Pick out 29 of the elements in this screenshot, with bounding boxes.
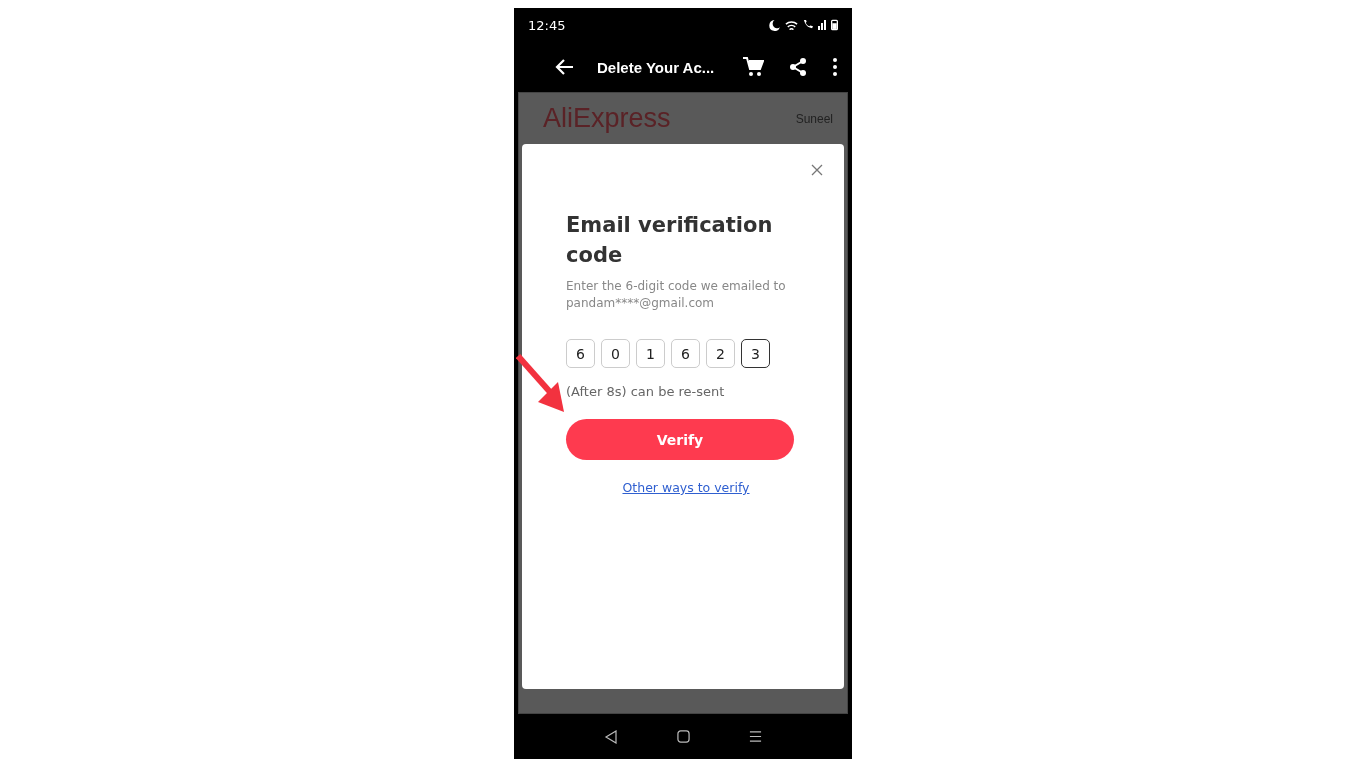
code-digit-field[interactable]: 0	[601, 339, 630, 368]
menu-nav-icon[interactable]	[749, 730, 763, 743]
user-name: Suneel	[795, 111, 833, 126]
resend-timer-text: (After 8s) can be re-sent	[566, 384, 725, 399]
close-icon[interactable]	[811, 164, 823, 176]
moon-icon	[769, 19, 780, 31]
code-digit-field[interactable]: 6	[671, 339, 700, 368]
dialog-subtitle: Enter the 6-digit code we emailed to pandam****@gmail.com	[566, 278, 787, 312]
code-digit-field[interactable]: 6	[566, 339, 595, 368]
store-logo: AliExpress	[543, 103, 671, 134]
share-icon[interactable]	[788, 57, 808, 77]
verify-button[interactable]: Verify	[566, 419, 794, 460]
phone-call-icon	[803, 20, 813, 30]
code-digit-field[interactable]: 2	[706, 339, 735, 368]
annotation-arrow-icon	[516, 354, 566, 414]
dialog-title: Email verification code	[566, 212, 774, 269]
code-digit-field[interactable]: 1	[636, 339, 665, 368]
code-digit-field[interactable]: 3	[741, 339, 770, 368]
page-title: Delete Your Ac...	[597, 58, 715, 76]
status-time: 12:45	[528, 17, 566, 33]
wifi-icon	[785, 20, 798, 30]
other-ways-link[interactable]: Other ways to verify	[622, 480, 750, 495]
back-arrow-icon[interactable]	[555, 57, 575, 77]
cart-icon[interactable]	[742, 56, 764, 78]
battery-icon	[831, 19, 838, 31]
back-nav-icon[interactable]	[603, 729, 618, 744]
home-nav-icon[interactable]	[677, 730, 690, 743]
signal-icon	[818, 20, 826, 30]
more-menu-icon[interactable]	[832, 57, 838, 77]
